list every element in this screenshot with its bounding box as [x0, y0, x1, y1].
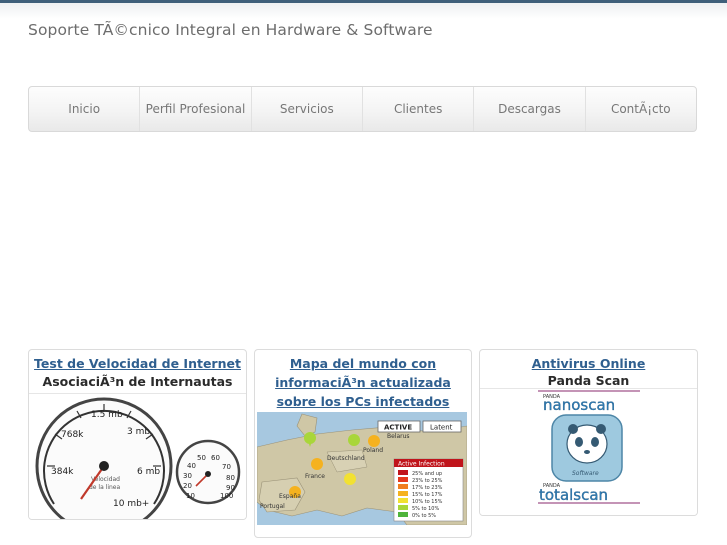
- antivirus-widget: Antivirus Online Panda Scan PANDA nanosc…: [479, 349, 698, 516]
- map-legend-swatch: [398, 505, 408, 510]
- small-gauge-label-70: 70: [222, 463, 231, 471]
- map-legend-label: 17% to 23%: [412, 485, 443, 491]
- map-place-poland: Poland: [363, 447, 383, 454]
- panda-scan-logo: PANDA nanoscan Software PANDA totalscan: [538, 390, 640, 504]
- gauge-label-768k: 768k: [61, 430, 84, 440]
- map-legend-label: 15% to 17%: [412, 492, 443, 498]
- map-legend-label: 10% to 15%: [412, 499, 443, 505]
- gauge-label-384k: 384k: [51, 467, 74, 477]
- speed-test-subtitle: AsociaciÃ³n de Internautas: [42, 374, 233, 389]
- infection-map-link[interactable]: Mapa del mundo con informaciÃ³n actualiz…: [259, 354, 467, 411]
- small-gauge-label-50: 50: [197, 454, 206, 462]
- top-gradient: [0, 3, 727, 19]
- small-gauge-label-90: 90: [226, 484, 235, 492]
- speed-gauge-graphic: 1.5 mb 3 mb 768k 384k 6 mb 10 mb+ Veloci…: [35, 397, 241, 519]
- map-place-belarus: Belarus: [387, 433, 410, 440]
- map-legend-swatch: [398, 477, 408, 482]
- map-active-button: ACTIVE: [384, 424, 412, 432]
- gauge-label-1-5mb: 1.5 mb: [91, 410, 123, 420]
- nav-item-inicio[interactable]: Inicio: [29, 87, 139, 131]
- map-legend-title: Active Infection: [398, 461, 445, 468]
- nav-item-clientes[interactable]: Clientes: [361, 87, 473, 131]
- antivirus-subtitle: Panda Scan: [547, 373, 630, 388]
- map-place-portugal: Portugal: [260, 503, 285, 510]
- main-nav: Inicio Perfil Profesional Servicios Clie…: [28, 86, 697, 132]
- map-legend-swatch: [398, 470, 408, 475]
- small-gauge-label-10: 10: [186, 492, 195, 500]
- nanoscan-text: nanoscan: [543, 396, 615, 414]
- panda-scan-image[interactable]: PANDA nanoscan Software PANDA totalscan: [480, 388, 697, 515]
- nav-item-descargas[interactable]: Descargas: [473, 87, 584, 131]
- small-gauge-label-80: 80: [226, 474, 235, 482]
- europe-map-graphic: Deutschland France España Portugal Polan…: [256, 412, 468, 526]
- small-gauge-label-60: 60: [211, 454, 220, 462]
- small-gauge-label-100: 100: [220, 492, 233, 500]
- map-place-espana: España: [279, 493, 301, 500]
- map-legend-label: 0% to 5%: [412, 513, 436, 519]
- map-legend-swatch: [398, 498, 408, 503]
- map-place-france: France: [305, 473, 325, 480]
- map-latent-button: Latent: [430, 424, 453, 432]
- speed-gauge-image[interactable]: 1.5 mb 3 mb 768k 384k 6 mb 10 mb+ Veloci…: [29, 393, 246, 519]
- map-legend-label: 23% to 25%: [412, 478, 443, 484]
- small-gauge-label-30: 30: [183, 472, 192, 480]
- nav-item-contacto[interactable]: ContÃ¡cto: [584, 87, 696, 131]
- map-legend-label: 25% and up: [412, 471, 442, 477]
- totalscan-text: totalscan: [539, 486, 608, 504]
- map-legend-swatch: [398, 484, 408, 489]
- map-legend-swatch: [398, 512, 408, 517]
- gauge-label-3mb: 3 mb: [127, 427, 150, 437]
- speed-test-link[interactable]: Test de Velocidad de Internet: [29, 354, 246, 373]
- panda-software-text: Software: [572, 470, 599, 477]
- gauge-caption-2: de la linea: [89, 484, 120, 491]
- map-legend-swatch: [398, 491, 408, 496]
- nav-item-servicios[interactable]: Servicios: [250, 87, 362, 131]
- speed-test-widget: Test de Velocidad de Internet AsociaciÃ³…: [28, 349, 247, 520]
- infection-map-image[interactable]: Deutschland France España Portugal Polan…: [256, 412, 468, 526]
- infection-map-widget: Mapa del mundo con informaciÃ³n actualiz…: [254, 349, 472, 538]
- map-place-deutschland: Deutschland: [327, 455, 365, 462]
- nav-item-perfil-profesional[interactable]: Perfil Profesional: [139, 87, 250, 131]
- map-legend-label: 5% to 10%: [412, 506, 439, 512]
- gauge-label-10mb: 10 mb+: [113, 499, 149, 509]
- gauge-label-6mb: 6 mb: [137, 467, 160, 477]
- site-title: Soporte TÃ©cnico Integral en Hardware & …: [28, 21, 433, 39]
- antivirus-link[interactable]: Antivirus Online: [480, 354, 697, 373]
- small-gauge-label-40: 40: [187, 462, 196, 470]
- small-gauge-label-20: 20: [183, 482, 192, 490]
